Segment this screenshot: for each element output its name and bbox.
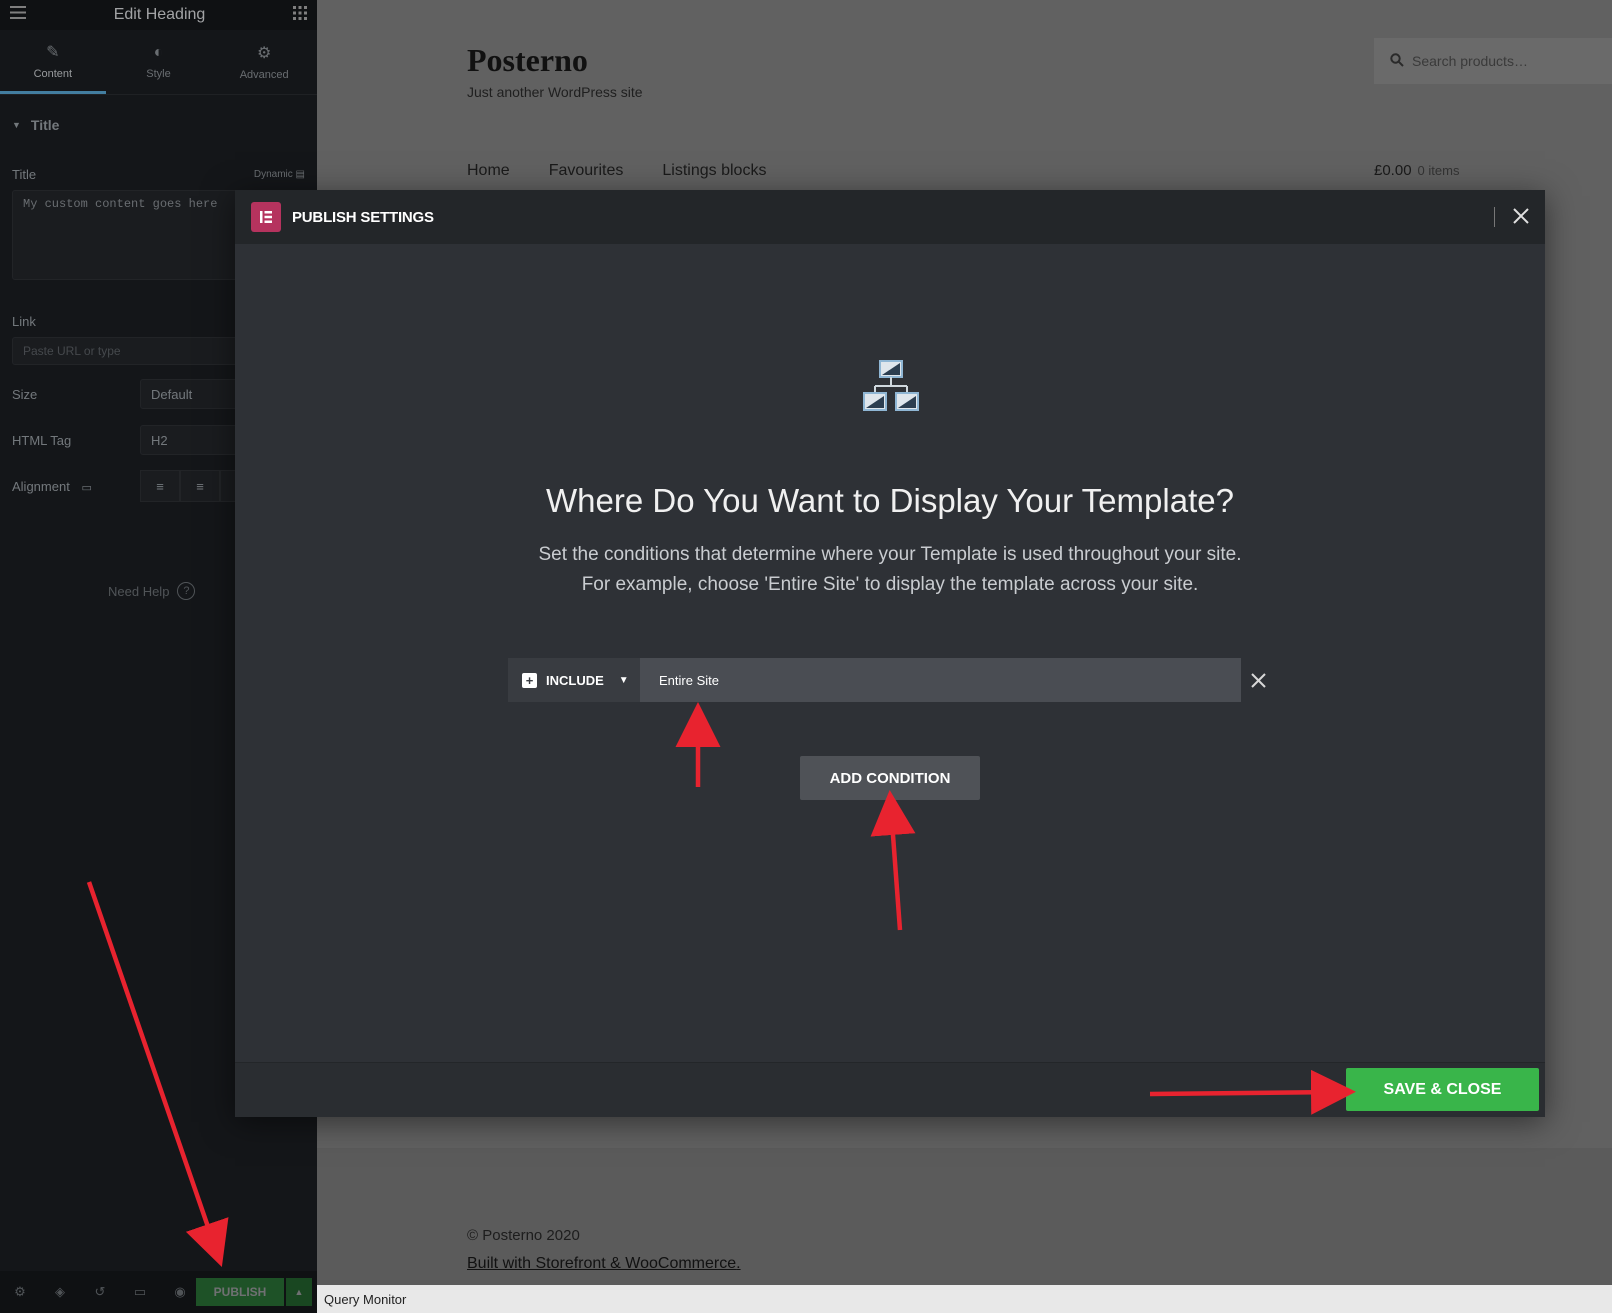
align-left-icon[interactable]: ≡ [140, 470, 180, 502]
tab-content[interactable]: ✎ Content [0, 30, 106, 94]
description-line-2: For example, choose 'Entire Site' to dis… [581, 574, 1199, 595]
close-icon[interactable] [1513, 204, 1529, 230]
panel-title: Edit Heading [113, 6, 206, 23]
dynamic-tags-button[interactable]: Dynamic ▤ [254, 169, 305, 180]
storefront-credit-link[interactable]: Built with Storefront & WooCommerce. [467, 1255, 741, 1273]
query-monitor-label: Query Monitor [324, 1291, 407, 1307]
tab-advanced[interactable]: ⚙ Advanced [211, 30, 317, 94]
plus-icon: + [522, 672, 537, 688]
section-title-label: Title [30, 117, 60, 133]
align-center-icon[interactable]: ≡ [180, 470, 220, 502]
elementor-logo-icon [251, 202, 281, 232]
publish-settings-modal: PUBLISH SETTINGS Where Do You Want to Di… [235, 190, 1545, 1117]
tab-content-label: Content [33, 67, 73, 80]
condition-row: + INCLUDE ▼ Entire Site [508, 658, 1241, 702]
condition-type-label: INCLUDE [546, 672, 604, 688]
gear-icon: ⚙ [257, 45, 272, 62]
hamburger-menu-icon[interactable] [10, 6, 26, 24]
responsive-mode-icon[interactable]: ▭ [120, 1284, 160, 1300]
publish-options-caret-icon[interactable]: ▲ [286, 1278, 312, 1306]
navigator-layers-icon[interactable]: ◈ [40, 1284, 80, 1300]
history-icon[interactable]: ↺ [80, 1284, 120, 1300]
cart-items: 0 items [1417, 163, 1460, 178]
tab-advanced-label: Advanced [239, 69, 289, 81]
query-monitor-bar[interactable]: Query Monitor [317, 1285, 1612, 1313]
title-field-label: Title [12, 167, 37, 182]
caret-down-icon: ▼ [12, 120, 21, 130]
save-and-close-button[interactable]: SAVE & CLOSE [1346, 1068, 1539, 1111]
widgets-grid-icon[interactable] [293, 5, 307, 25]
condition-type-select[interactable]: + INCLUDE ▼ [508, 658, 640, 702]
settings-icon[interactable]: ⚙ [0, 1284, 40, 1300]
need-help-label: Need Help [108, 583, 170, 599]
title-control-row: Title Dynamic ▤ [12, 167, 305, 182]
header-divider [1494, 207, 1495, 227]
condition-value-select[interactable]: Entire Site [640, 658, 1241, 702]
alignment-label: Alignment ▭ [12, 479, 140, 494]
storefront-credit-text: Built with Storefront & WooCommerce [467, 1255, 737, 1272]
html-tag-label: HTML Tag [12, 432, 72, 448]
site-structure-icon [863, 360, 919, 417]
nav-listings-blocks[interactable]: Listings blocks [662, 162, 766, 180]
dynamic-label: Dynamic [253, 169, 293, 180]
modal-header: PUBLISH SETTINGS [235, 190, 1545, 244]
modal-description: Set the conditions that determine where … [235, 540, 1545, 600]
database-icon: ▤ [295, 169, 305, 180]
pencil-icon: ✎ [46, 43, 60, 61]
cart-summary[interactable]: £0.00 0 items [1374, 162, 1459, 179]
nav-favourites[interactable]: Favourites [549, 162, 624, 180]
search-placeholder: Search products… [1412, 53, 1528, 69]
size-label: Size [12, 386, 38, 402]
modal-title: PUBLISH SETTINGS [292, 208, 434, 226]
cart-total: £0.00 [1374, 162, 1412, 179]
preview-eye-icon[interactable]: ◉ [160, 1284, 200, 1300]
description-line-1: Set the conditions that determine where … [538, 544, 1242, 565]
site-title[interactable]: Posterno [467, 42, 588, 79]
product-search-input[interactable]: Search products… [1374, 38, 1612, 84]
tab-style-label: Style [146, 68, 171, 80]
remove-condition-icon[interactable] [1251, 668, 1266, 694]
search-icon [1390, 52, 1404, 70]
section-toggle-title[interactable]: ▼ Title [12, 95, 305, 155]
publish-button[interactable]: PUBLISH [196, 1278, 284, 1306]
add-condition-button[interactable]: ADD CONDITION [800, 756, 980, 800]
site-tagline: Just another WordPress site [467, 84, 643, 100]
chevron-down-icon: ▼ [618, 674, 629, 686]
modal-heading: Where Do You Want to Display Your Templa… [546, 482, 1234, 519]
copyright-text: © Posterno 2020 [467, 1227, 580, 1244]
help-icon: ? [177, 582, 196, 600]
panel-footer: ⚙ ◈ ↺ ▭ ◉ PUBLISH ▲ [0, 1271, 317, 1313]
contrast-icon: ◐ [153, 44, 164, 61]
nav-home[interactable]: Home [467, 162, 510, 180]
site-navigation: Home Favourites Listings blocks [467, 162, 766, 180]
need-help-link[interactable]: Need Help ? [108, 582, 196, 600]
panel-tabs: ✎ Content ◐ Style ⚙ Advanced [0, 30, 317, 95]
desktop-icon[interactable]: ▭ [81, 482, 91, 494]
panel-header: Edit Heading [0, 0, 317, 30]
alignment-label-text: Alignment [12, 478, 70, 494]
tab-style[interactable]: ◐ Style [106, 30, 212, 94]
